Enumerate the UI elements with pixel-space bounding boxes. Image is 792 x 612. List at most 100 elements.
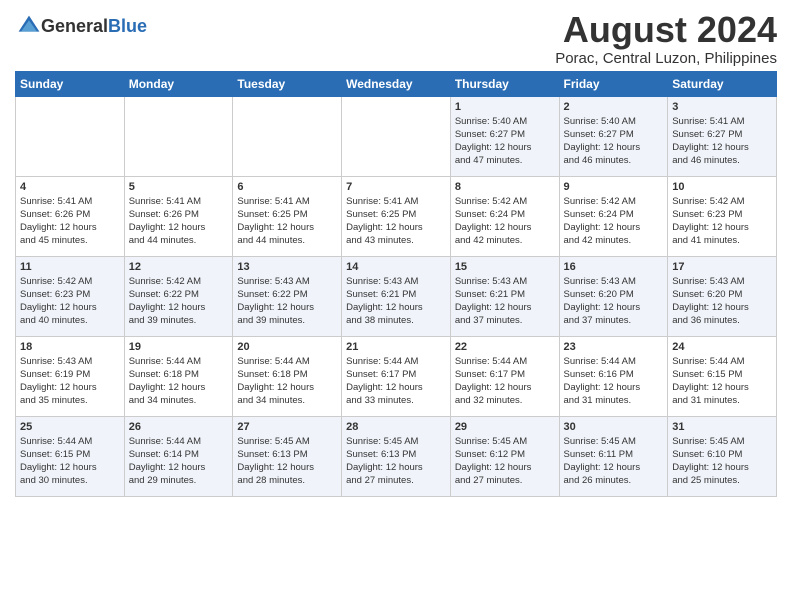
logo-blue: Blue: [108, 16, 147, 36]
day-info: and 36 minutes.: [672, 314, 772, 327]
day-info: and 33 minutes.: [346, 394, 446, 407]
day-info: and 35 minutes.: [20, 394, 120, 407]
week-row-4: 18Sunrise: 5:43 AMSunset: 6:19 PMDayligh…: [16, 336, 777, 416]
day-info: Sunrise: 5:43 AM: [346, 275, 446, 288]
week-row-3: 11Sunrise: 5:42 AMSunset: 6:23 PMDayligh…: [16, 256, 777, 336]
day-info: Daylight: 12 hours: [455, 141, 555, 154]
day-number: 31: [672, 421, 772, 433]
day-info: Sunset: 6:10 PM: [672, 448, 772, 461]
day-info: Sunset: 6:26 PM: [129, 208, 229, 221]
day-info: Daylight: 12 hours: [20, 301, 120, 314]
day-info: Sunrise: 5:41 AM: [237, 195, 337, 208]
day-info: Sunrise: 5:45 AM: [672, 435, 772, 448]
week-row-5: 25Sunrise: 5:44 AMSunset: 6:15 PMDayligh…: [16, 416, 777, 496]
day-info: Daylight: 12 hours: [455, 381, 555, 394]
day-cell: 20Sunrise: 5:44 AMSunset: 6:18 PMDayligh…: [233, 336, 342, 416]
day-info: Daylight: 12 hours: [237, 301, 337, 314]
day-info: and 34 minutes.: [129, 394, 229, 407]
day-number: 3: [672, 101, 772, 113]
day-info: Daylight: 12 hours: [129, 221, 229, 234]
day-info: Daylight: 12 hours: [237, 381, 337, 394]
day-info: Daylight: 12 hours: [237, 461, 337, 474]
day-number: 7: [346, 181, 446, 193]
day-info: and 34 minutes.: [237, 394, 337, 407]
day-info: Sunset: 6:22 PM: [129, 288, 229, 301]
day-info: Sunset: 6:20 PM: [564, 288, 664, 301]
day-number: 16: [564, 261, 664, 273]
day-info: Daylight: 12 hours: [20, 221, 120, 234]
day-info: Sunrise: 5:42 AM: [672, 195, 772, 208]
day-info: Sunset: 6:18 PM: [237, 368, 337, 381]
day-info: Sunset: 6:25 PM: [237, 208, 337, 221]
day-cell: [342, 96, 451, 176]
day-info: and 30 minutes.: [20, 474, 120, 487]
day-info: Daylight: 12 hours: [672, 381, 772, 394]
day-info: and 29 minutes.: [129, 474, 229, 487]
day-cell: 16Sunrise: 5:43 AMSunset: 6:20 PMDayligh…: [559, 256, 668, 336]
day-info: Sunset: 6:15 PM: [20, 448, 120, 461]
day-cell: 27Sunrise: 5:45 AMSunset: 6:13 PMDayligh…: [233, 416, 342, 496]
day-info: Daylight: 12 hours: [346, 221, 446, 234]
day-number: 23: [564, 341, 664, 353]
day-info: Daylight: 12 hours: [237, 221, 337, 234]
week-row-2: 4Sunrise: 5:41 AMSunset: 6:26 PMDaylight…: [16, 176, 777, 256]
day-info: Daylight: 12 hours: [564, 221, 664, 234]
day-info: Daylight: 12 hours: [672, 141, 772, 154]
day-info: Sunset: 6:23 PM: [672, 208, 772, 221]
day-info: and 41 minutes.: [672, 234, 772, 247]
header-cell-saturday: Saturday: [668, 71, 777, 96]
day-cell: 31 Sunrise: 5:45 AMSunset: 6:10 PMDayligh…: [668, 416, 777, 496]
day-info: Sunrise: 5:43 AM: [672, 275, 772, 288]
day-info: Sunrise: 5:45 AM: [346, 435, 446, 448]
day-info: Sunrise: 5:44 AM: [129, 355, 229, 368]
day-info: Sunrise: 5:45 AM: [237, 435, 337, 448]
day-info: Sunrise: 5:45 AM: [455, 435, 555, 448]
day-info: Sunset: 6:16 PM: [564, 368, 664, 381]
day-info: Sunset: 6:27 PM: [564, 128, 664, 141]
day-info: Daylight: 12 hours: [20, 461, 120, 474]
day-number: 29: [455, 421, 555, 433]
day-info: Sunset: 6:23 PM: [20, 288, 120, 301]
day-info: and 28 minutes.: [237, 474, 337, 487]
day-cell: [124, 96, 233, 176]
day-number: 12: [129, 261, 229, 273]
day-number: 26: [129, 421, 229, 433]
header-row: SundayMondayTuesdayWednesdayThursdayFrid…: [16, 71, 777, 96]
day-info: Sunrise: 5:40 AM: [564, 115, 664, 128]
day-info: Sunset: 6:19 PM: [20, 368, 120, 381]
day-cell: 17Sunrise: 5:43 AMSunset: 6:20 PMDayligh…: [668, 256, 777, 336]
calendar-header: SundayMondayTuesdayWednesdayThursdayFrid…: [16, 71, 777, 96]
day-info: Sunset: 6:25 PM: [346, 208, 446, 221]
day-info: and 44 minutes.: [237, 234, 337, 247]
day-info: Sunrise: 5:44 AM: [129, 435, 229, 448]
day-cell: 21Sunrise: 5:44 AMSunset: 6:17 PMDayligh…: [342, 336, 451, 416]
day-info: and 25 minutes.: [672, 474, 772, 487]
day-info: Sunset: 6:13 PM: [237, 448, 337, 461]
day-info: Sunrise: 5:41 AM: [20, 195, 120, 208]
day-info: Daylight: 12 hours: [20, 381, 120, 394]
header-cell-friday: Friday: [559, 71, 668, 96]
header-cell-tuesday: Tuesday: [233, 71, 342, 96]
day-cell: 2Sunrise: 5:40 AMSunset: 6:27 PMDaylight…: [559, 96, 668, 176]
day-info: Sunrise: 5:41 AM: [672, 115, 772, 128]
day-info: Daylight: 12 hours: [672, 461, 772, 474]
day-number: 28: [346, 421, 446, 433]
day-info: and 40 minutes.: [20, 314, 120, 327]
day-info: Sunrise: 5:41 AM: [346, 195, 446, 208]
day-cell: 25Sunrise: 5:44 AMSunset: 6:15 PMDayligh…: [16, 416, 125, 496]
day-info: Sunset: 6:26 PM: [20, 208, 120, 221]
day-number: 5: [129, 181, 229, 193]
day-info: Sunset: 6:11 PM: [564, 448, 664, 461]
day-info: Sunset: 6:20 PM: [672, 288, 772, 301]
day-info: Sunrise: 5:43 AM: [20, 355, 120, 368]
day-info: Sunrise: 5:41 AM: [129, 195, 229, 208]
week-row-1: 1Sunrise: 5:40 AMSunset: 6:27 PMDaylight…: [16, 96, 777, 176]
day-info: Sunset: 6:24 PM: [455, 208, 555, 221]
day-info: Sunrise: 5:43 AM: [455, 275, 555, 288]
day-info: Sunrise: 5:40 AM: [455, 115, 555, 128]
day-number: 30: [564, 421, 664, 433]
day-info: Daylight: 12 hours: [672, 301, 772, 314]
day-info: Sunrise: 5:44 AM: [455, 355, 555, 368]
logo-text: GeneralBlue: [41, 16, 147, 37]
day-info: Sunrise: 5:42 AM: [129, 275, 229, 288]
